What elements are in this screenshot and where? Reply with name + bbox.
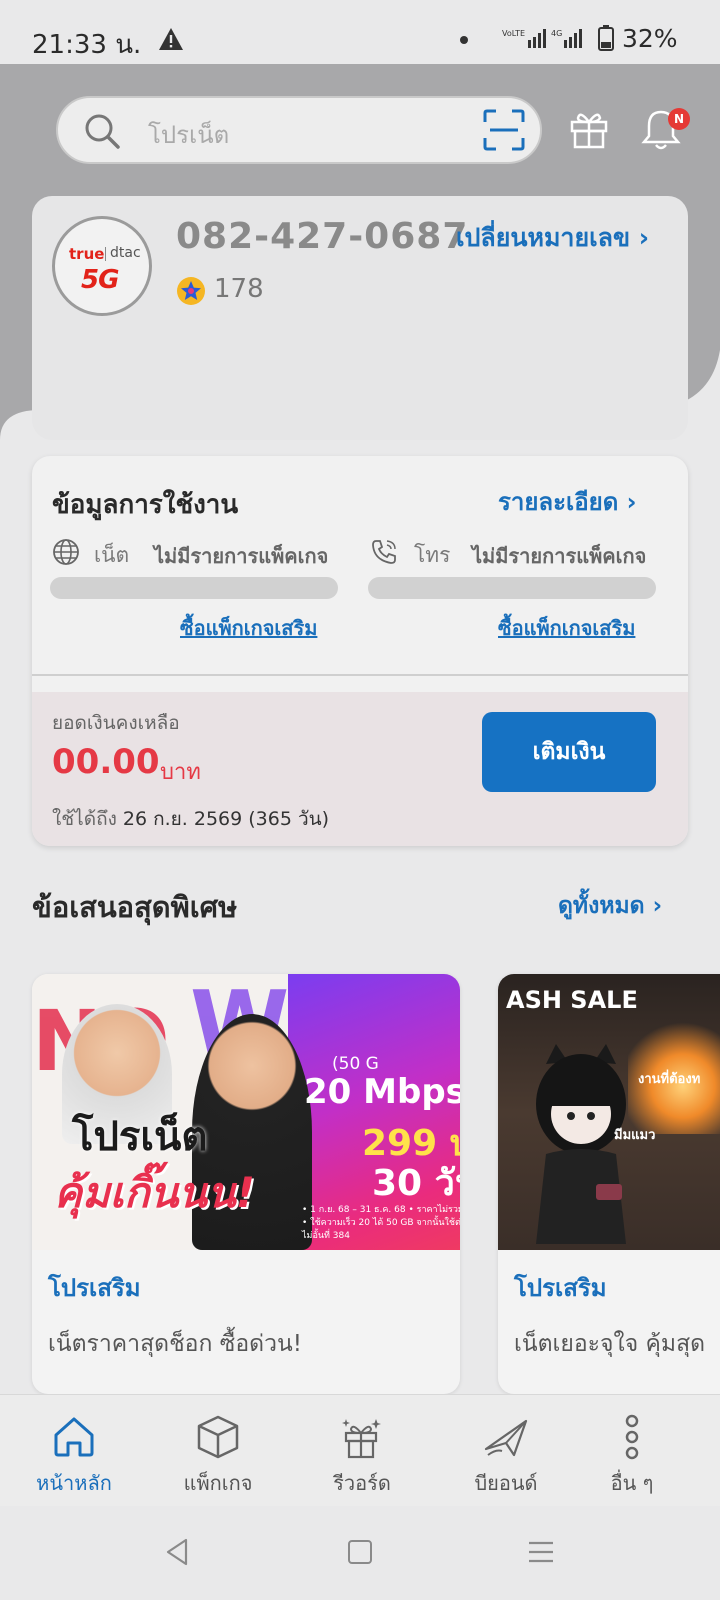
- offer-description: เน็ตเยอะจุใจ คุ้มสุด: [514, 1331, 706, 1357]
- banner-speed: 20 Mbps: [304, 1072, 460, 1112]
- star-points-icon: [177, 277, 205, 305]
- warning-icon: [159, 28, 183, 50]
- banner-caption: งานที่ต้องท: [638, 1072, 701, 1087]
- nav-item-package[interactable]: แพ็กเกจ: [146, 1395, 290, 1507]
- svg-text:4G: 4G: [551, 29, 562, 38]
- bottom-navigation: หน้าหลัก แพ็กเกจ รีวอร์ด บียอนด์ อื่น ๆ: [0, 1394, 720, 1506]
- nav-item-reward[interactable]: รีวอร์ด: [290, 1395, 434, 1507]
- see-all-offers-link[interactable]: ดูทั้งหมด ›: [558, 888, 662, 924]
- nav-label: แพ็กเกจ: [183, 1471, 253, 1495]
- offer-banner-image: NO W โปรเน็ต คุ้มเกิ๊นนน! (50 G 20 Mbps …: [32, 974, 460, 1250]
- change-number-link[interactable]: เปลี่ยนหมายเลข ›: [456, 218, 649, 258]
- logo-5g-text: 5G: [81, 265, 119, 295]
- banner-sale-text: ASH SALE: [506, 986, 638, 1014]
- balance-validity: ใช้ได้ถึง 26 ก.ย. 2569 (365 วัน): [52, 804, 329, 834]
- usage-detail-label: รายละเอียด: [498, 488, 619, 516]
- call-usage-bar: [368, 577, 656, 599]
- call-buy-package-link[interactable]: ซื้อแพ็กเกจเสริม: [498, 612, 635, 644]
- nav-item-beyond[interactable]: บียอนด์: [434, 1395, 578, 1507]
- logo-dtac-text: dtac: [110, 245, 141, 261]
- usage-divider: [32, 674, 688, 676]
- gift-icon[interactable]: [568, 108, 610, 150]
- globe-icon: [53, 539, 79, 565]
- reward-gift-icon: [342, 1419, 381, 1459]
- home-icon: [54, 1417, 94, 1457]
- banner-headline: คุ้มเกิ๊นนน!: [54, 1168, 255, 1217]
- balance-amount: 00.00: [52, 742, 160, 782]
- banner-caption: มีมแมว: [614, 1128, 656, 1143]
- see-all-label: ดูทั้งหมด: [558, 893, 645, 919]
- usage-detail-link[interactable]: รายละเอียด ›: [498, 482, 637, 521]
- chevron-right-icon: ›: [638, 223, 650, 252]
- scan-icon[interactable]: [482, 108, 526, 152]
- notification-dot-icon: [460, 36, 468, 44]
- banner-headline: โปรเน็ต: [72, 1114, 208, 1160]
- banner-quota: (50 G: [332, 1054, 379, 1074]
- banner-days: 30 วัน: [372, 1163, 460, 1204]
- search-placeholder: โปรเน็ต: [148, 121, 230, 149]
- call-value: ไม่มีรายการแพ็คเกจ: [472, 544, 647, 568]
- recent-apps-icon[interactable]: [528, 1540, 554, 1564]
- offer-card[interactable]: ASH SALE งานที่ต้องท มีมแมว โปรเสริม เน็…: [498, 974, 720, 1394]
- nav-label: อื่น ๆ: [610, 1471, 654, 1495]
- nav-label: หน้าหลัก: [36, 1471, 112, 1495]
- phone-icon: [372, 540, 396, 564]
- account-card: true dtac 5G 082-427-0687 เปลี่ยนหมายเลข…: [32, 196, 688, 440]
- offers-title: ข้อเสนอสุดพิเศษ: [32, 890, 238, 924]
- offer-card[interactable]: NO W โปรเน็ต คุ้มเกิ๊นนน! (50 G 20 Mbps …: [32, 974, 460, 1394]
- system-navigation-bar: [0, 1506, 720, 1600]
- net-value: ไม่มีรายการแพ็คเกจ: [154, 544, 329, 568]
- offer-tag: โปรเสริม: [48, 1274, 141, 1302]
- status-time: 21:33 น.: [32, 30, 142, 60]
- svg-text:VoLTE: VoLTE: [502, 29, 525, 38]
- balance-label: ยอดเงินคงเหลือ: [52, 712, 180, 734]
- signal-icon: VoLTE 4G: [502, 29, 582, 48]
- net-label: เน็ต: [94, 543, 130, 567]
- topup-button[interactable]: เติมเงิน: [482, 712, 656, 792]
- logo-true-text: true: [69, 245, 105, 263]
- back-icon[interactable]: [164, 1538, 190, 1566]
- call-label: โทร: [414, 543, 451, 567]
- points-value: 178: [214, 274, 264, 304]
- beyond-plane-icon: [484, 1419, 528, 1457]
- chevron-right-icon: ›: [626, 488, 637, 516]
- battery-icon: [598, 25, 614, 51]
- true-dtac-5g-logo: true dtac 5G: [52, 216, 152, 316]
- package-box-icon: [197, 1415, 239, 1459]
- nav-item-home[interactable]: หน้าหลัก: [2, 1395, 146, 1507]
- status-bar: 21:33 น. VoLTE 4G 32%: [0, 0, 720, 64]
- balance-section: ยอดเงินคงเหลือ 00.00 บาท ใช้ได้ถึง 26 ก.…: [32, 692, 688, 846]
- home-square-icon[interactable]: [348, 1540, 372, 1564]
- offer-tag: โปรเสริม: [514, 1274, 607, 1302]
- banner-fine-print: • 1 ก.ย. 68 – 31 ธ.ค. 68 • ราคาไม่รวม • …: [302, 1205, 460, 1241]
- net-usage-bar: [50, 577, 338, 599]
- nav-item-more[interactable]: อื่น ๆ: [560, 1395, 704, 1507]
- usage-card: ข้อมูลการใช้งาน รายละเอียด › เน็ต ไม่มีร…: [32, 456, 688, 846]
- net-buy-package-link[interactable]: ซื้อแพ็กเกจเสริม: [180, 612, 317, 644]
- chevron-right-icon: ›: [652, 893, 663, 919]
- usage-title: ข้อมูลการใช้งาน: [52, 490, 239, 520]
- more-dots-icon: [625, 1414, 639, 1460]
- search-icon: [85, 114, 120, 149]
- validity-date: 26 ก.ย. 2569 (365 วัน): [122, 808, 330, 830]
- notification-badge: N: [668, 108, 690, 130]
- balance-unit: บาท: [160, 760, 201, 785]
- offer-banner-image: ASH SALE งานที่ต้องท มีมแมว: [498, 974, 720, 1250]
- logo-separator: [105, 247, 106, 261]
- validity-prefix: ใช้ได้ถึง: [52, 808, 117, 830]
- change-number-label: เปลี่ยนหมายเลข: [456, 223, 631, 252]
- battery-percent: 32%: [622, 24, 678, 53]
- phone-number: 082-427-0687: [176, 216, 469, 257]
- offer-description: เน็ตราคาสุดช็อก ซื้อด่วน!: [48, 1331, 302, 1357]
- nav-label: บียอนด์: [474, 1471, 538, 1495]
- search-bar[interactable]: โปรเน็ต: [56, 96, 542, 164]
- nav-label: รีวอร์ด: [333, 1471, 391, 1495]
